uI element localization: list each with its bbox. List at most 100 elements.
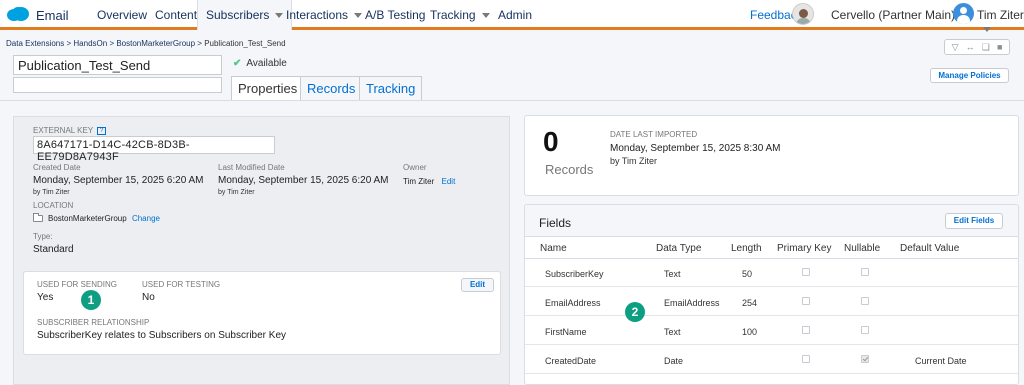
- field-data-type: Text: [664, 269, 681, 279]
- properties-panel: EXTERNAL KEY? 8A647171-D14C-42CB-8D3B-EE…: [13, 116, 510, 385]
- user-avatar-icon[interactable]: [953, 3, 974, 24]
- breadcrumb-data-extensions[interactable]: Data Extensions: [6, 39, 64, 48]
- location-change-link[interactable]: Change: [132, 214, 160, 223]
- created-date-value: Monday, September 15, 2025 6:20 AM: [33, 175, 204, 186]
- nullable-checkbox: [861, 297, 869, 305]
- subscriber-relationship-label: SUBSCRIBER RELATIONSHIP: [37, 318, 150, 327]
- support-avatar-icon[interactable]: [792, 3, 814, 25]
- tab-properties[interactable]: Properties: [231, 76, 305, 101]
- nullable-checkbox: [861, 268, 869, 276]
- breadcrumb: Data Extensions > HandsOn > BostonMarket…: [6, 39, 286, 48]
- used-for-sending-label: USED FOR SENDING: [37, 280, 118, 289]
- toolbar-icons: ▽ ↔ ❏ ■: [944, 39, 1010, 55]
- nav-interactions-label: Interactions: [286, 8, 349, 22]
- nav-ab-testing[interactable]: A/B Testing: [365, 8, 425, 22]
- status-text: Available: [246, 58, 287, 69]
- record-count: 0: [543, 126, 559, 157]
- checkmark-icon: ✔: [233, 58, 242, 69]
- chevron-down-icon: [983, 27, 991, 33]
- nullable-checkbox-checked: [861, 355, 869, 363]
- avatar-face: [799, 9, 808, 18]
- nav-overview[interactable]: Overview: [97, 8, 147, 22]
- sending-settings-box: USED FOR SENDING Yes USED FOR TESTING No…: [23, 271, 501, 355]
- field-name: FirstName: [545, 327, 587, 337]
- type-value: Standard: [33, 244, 74, 255]
- move-icon[interactable]: ↔: [966, 42, 975, 52]
- external-key-label-text: EXTERNAL KEY: [33, 126, 94, 135]
- fields-title: Fields: [539, 216, 572, 230]
- user-menu[interactable]: Tim Ziter: [977, 8, 1024, 36]
- column-header-primary-key[interactable]: Primary Key: [777, 243, 831, 254]
- created-date-label: Created Date: [33, 163, 81, 172]
- modified-date-value: Monday, September 15, 2025 6:20 AM: [218, 175, 389, 186]
- user-icon-head: [960, 7, 967, 14]
- nav-subscribers[interactable]: Subscribers: [197, 0, 293, 30]
- help-icon[interactable]: ?: [97, 126, 107, 135]
- breadcrumb-separator: >: [109, 39, 115, 48]
- salesforce-cloud-logo[interactable]: [6, 6, 30, 23]
- column-header-default-value[interactable]: Default Value: [900, 243, 959, 254]
- delete-icon[interactable]: ■: [997, 42, 1002, 52]
- user-icon-torso: [957, 15, 970, 24]
- table-row[interactable]: CreatedDate Date Current Date: [525, 346, 1018, 374]
- tab-records[interactable]: Records: [300, 76, 363, 100]
- column-header-length[interactable]: Length: [731, 243, 762, 254]
- modified-by: by Tim Ziter: [218, 189, 255, 196]
- tab-tracking[interactable]: Tracking: [359, 76, 423, 100]
- field-data-type: Date: [664, 356, 684, 366]
- data-extension-description-field[interactable]: [13, 77, 222, 93]
- edit-fields-button[interactable]: Edit Fields: [945, 213, 1003, 229]
- manage-policies-button[interactable]: Manage Policies: [930, 68, 1009, 83]
- breadcrumb-separator: >: [197, 39, 202, 48]
- nav-content[interactable]: Content: [155, 8, 197, 22]
- breadcrumb-handson[interactable]: HandsOn: [73, 39, 107, 48]
- filter-icon[interactable]: ▽: [952, 42, 959, 53]
- nav-admin[interactable]: Admin: [498, 8, 532, 22]
- column-header-data-type[interactable]: Data Type: [656, 243, 701, 254]
- field-length: 100: [742, 327, 758, 337]
- location-name: BostonMarketerGroup: [48, 214, 127, 223]
- owner-name: Tim Ziter: [403, 177, 435, 186]
- nullable-checkbox: [861, 326, 869, 334]
- field-data-type: Text: [664, 327, 681, 337]
- field-default-value: Current Date: [915, 356, 967, 366]
- field-name: EmailAddress: [545, 298, 601, 308]
- used-for-sending-value: Yes: [37, 292, 54, 303]
- owner-edit-link[interactable]: Edit: [442, 177, 456, 186]
- primary-key-checkbox: [802, 268, 810, 276]
- column-header-nullable[interactable]: Nullable: [844, 243, 880, 254]
- used-for-testing-label: USED FOR TESTING: [142, 280, 221, 289]
- fields-panel: Fields Edit Fields Name Data Type Length…: [524, 204, 1019, 385]
- field-data-type: EmailAddress: [664, 298, 720, 308]
- table-row[interactable]: EmailAddress EmailAddress 254: [525, 288, 1018, 316]
- date-last-imported-value: Monday, September 15, 2025 8:30 AM: [610, 143, 781, 154]
- owner-label: Owner: [403, 163, 427, 172]
- used-for-testing-value: No: [142, 292, 155, 303]
- nav-interactions[interactable]: Interactions: [286, 8, 363, 22]
- business-unit-selector[interactable]: Cervello (Partner Main): [831, 8, 970, 22]
- fields-header: Fields Edit Fields: [525, 205, 1018, 237]
- external-key-field[interactable]: 8A647171-D14C-42CB-8D3B-EE79D8A7943F: [33, 136, 275, 163]
- primary-key-checkbox: [802, 297, 810, 305]
- copy-icon[interactable]: ❏: [982, 42, 990, 53]
- app-name[interactable]: Email: [36, 8, 69, 23]
- records-summary-panel: 0 Records DATE LAST IMPORTED Monday, Sep…: [524, 115, 1019, 196]
- user-name: Tim Ziter: [977, 8, 1024, 22]
- nav-tracking[interactable]: Tracking: [430, 8, 490, 22]
- chevron-down-icon: [354, 13, 363, 19]
- column-header-name[interactable]: Name: [540, 243, 567, 254]
- location-label: LOCATION: [33, 201, 74, 210]
- data-extension-name-field[interactable]: Publication_Test_Send: [13, 55, 222, 75]
- field-name: SubscriberKey: [545, 269, 604, 279]
- created-by: by Tim Ziter: [33, 189, 70, 196]
- table-row[interactable]: FirstName Text 100: [525, 317, 1018, 345]
- owner-value: Tim Ziter Edit: [403, 177, 455, 186]
- table-row[interactable]: SubscriberKey Text 50: [525, 259, 1018, 287]
- status-badge: ✔ Available: [233, 58, 287, 69]
- top-nav: Email Overview Content Subscribers Inter…: [0, 0, 1024, 33]
- nav-tracking-label: Tracking: [430, 8, 476, 22]
- breadcrumb-bostonmarketergroup[interactable]: BostonMarketerGroup: [116, 39, 195, 48]
- sending-edit-button[interactable]: Edit: [461, 278, 494, 292]
- subscriber-relationship-value: SubscriberKey relates to Subscribers on …: [37, 330, 287, 341]
- primary-key-checkbox: [802, 355, 810, 363]
